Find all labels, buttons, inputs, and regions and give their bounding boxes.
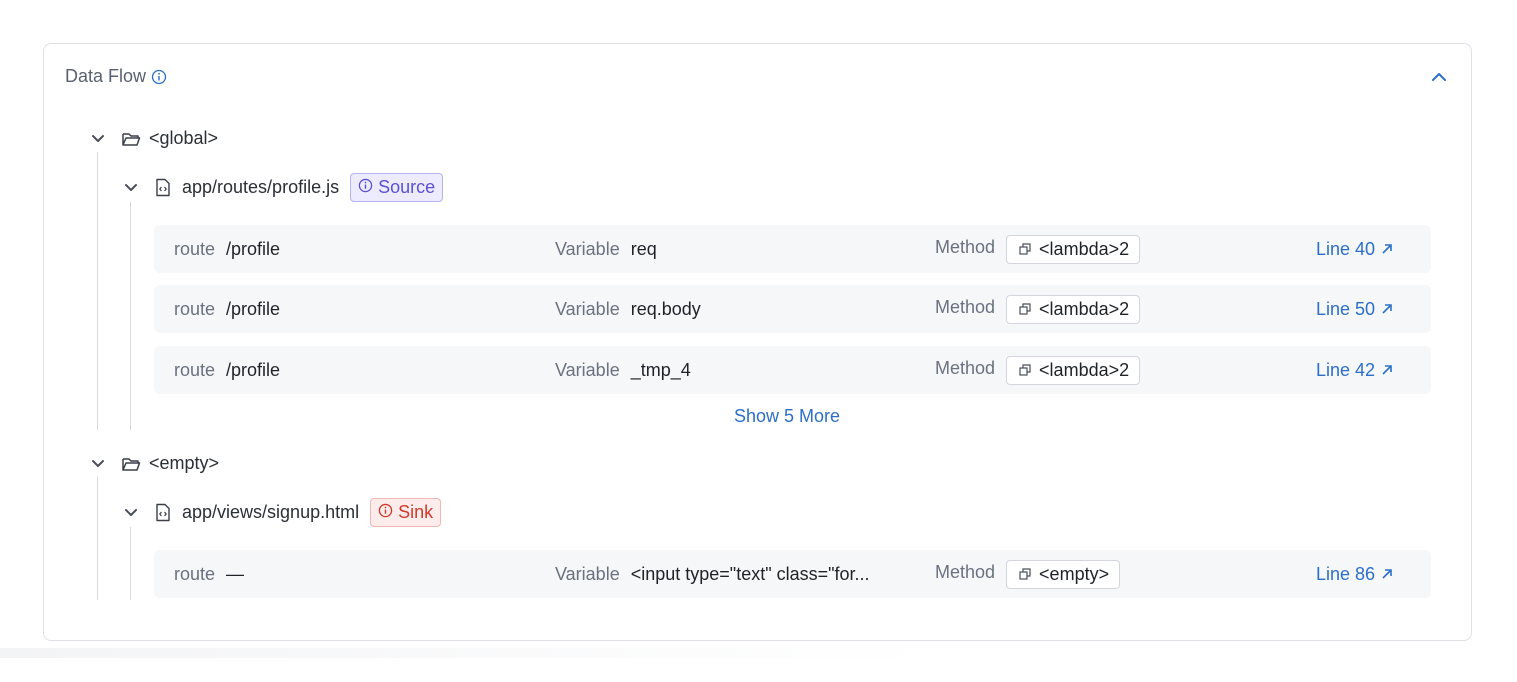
group-name: <empty> [149, 453, 220, 473]
copy-icon [1019, 564, 1031, 585]
variable-value: _tmp_4 [630, 359, 691, 380]
method-value: <lambda>2 [1039, 298, 1130, 319]
collapse-panel-button[interactable] [1429, 68, 1449, 88]
tree-group-global[interactable]: <global> [89, 128, 218, 149]
route-key: route [174, 238, 216, 259]
method-chip[interactable]: <empty> [1006, 559, 1121, 589]
tree-guide-line [130, 527, 131, 600]
folder-open-icon [121, 129, 141, 149]
route-cell: route — [174, 550, 244, 598]
flow-row[interactable]: route /profile Variable _tmp_4 Method <l… [154, 346, 1431, 394]
tree-guide-line [97, 477, 98, 600]
line-link[interactable]: Line 86 [1316, 564, 1393, 585]
variable-key: Variable [555, 563, 620, 584]
flow-row[interactable]: route /profile Variable req.body Method … [154, 285, 1431, 333]
variable-cell: Variable <input type="text" class="for..… [555, 550, 870, 598]
route-value: /profile [226, 238, 281, 259]
route-value: /profile [226, 359, 281, 380]
route-value: — [226, 563, 245, 584]
file-code-icon [153, 178, 173, 198]
method-value: <lambda>2 [1039, 238, 1130, 259]
folder-open-icon [121, 454, 141, 474]
method-chip[interactable]: <lambda>2 [1006, 294, 1141, 324]
variable-value: <input type="text" class="for... [630, 563, 870, 584]
badge-label: Sink [398, 502, 434, 522]
route-cell: route /profile [174, 225, 280, 273]
method-chip[interactable]: <lambda>2 [1006, 234, 1141, 264]
method-value: <empty> [1039, 563, 1110, 584]
line-label: Line 40 [1316, 238, 1376, 259]
route-cell: route /profile [174, 346, 280, 394]
show-more-button[interactable]: Show 5 More [734, 406, 840, 427]
method-key: Method [935, 236, 996, 257]
chevron-down-icon[interactable] [89, 455, 107, 473]
method-key: Method [935, 296, 996, 317]
line-cell: Line 86 [1316, 550, 1393, 598]
line-cell: Line 42 [1316, 346, 1393, 394]
file-path: app/views/signup.html [182, 502, 360, 522]
panel-header: Data Flow [65, 66, 167, 87]
line-label: Line 86 [1316, 563, 1376, 584]
line-label: Line 50 [1316, 298, 1376, 319]
file-path: app/routes/profile.js [182, 177, 340, 197]
method-cell: Method <empty> [935, 550, 1121, 598]
line-link[interactable]: Line 50 [1316, 299, 1393, 320]
tree-guide-line [97, 152, 98, 430]
method-key: Method [935, 357, 996, 378]
route-key: route [174, 359, 216, 380]
variable-cell: Variable _tmp_4 [555, 346, 691, 394]
method-cell: Method <lambda>2 [935, 285, 1141, 333]
tree-file-signup[interactable]: app/views/signup.html Sink [122, 498, 442, 527]
method-cell: Method <lambda>2 [935, 346, 1141, 394]
info-icon[interactable] [151, 69, 167, 85]
line-link[interactable]: Line 42 [1316, 360, 1393, 381]
variable-cell: Variable req.body [555, 285, 701, 333]
external-link-icon [1381, 299, 1393, 320]
file-code-icon [153, 503, 173, 523]
variable-key: Variable [555, 238, 620, 259]
copy-icon [1019, 299, 1031, 320]
source-badge: Source [350, 173, 444, 202]
route-value: /profile [226, 298, 281, 319]
method-key: Method [935, 561, 996, 582]
chevron-down-icon[interactable] [122, 504, 140, 522]
info-icon [378, 502, 393, 523]
variable-value: req [630, 238, 657, 259]
flow-row[interactable]: route /profile Variable req Method <lamb… [154, 225, 1431, 273]
variable-cell: Variable req [555, 225, 657, 273]
copy-icon [1019, 360, 1031, 381]
method-value: <lambda>2 [1039, 359, 1130, 380]
copy-icon [1019, 239, 1031, 260]
tree-guide-line [130, 202, 131, 430]
method-chip[interactable]: <lambda>2 [1006, 355, 1141, 385]
chevron-down-icon[interactable] [122, 179, 140, 197]
route-cell: route /profile [174, 285, 280, 333]
sink-badge: Sink [370, 498, 442, 527]
chevron-down-icon[interactable] [89, 130, 107, 148]
tree-group-empty[interactable]: <empty> [89, 453, 219, 474]
external-link-icon [1381, 360, 1393, 381]
chevron-up-icon [1431, 69, 1447, 87]
badge-label: Source [378, 177, 436, 197]
line-cell: Line 50 [1316, 285, 1393, 333]
variable-key: Variable [555, 298, 620, 319]
flow-row[interactable]: route — Variable <input type="text" clas… [154, 550, 1431, 598]
line-label: Line 42 [1316, 359, 1376, 380]
route-key: route [174, 563, 216, 584]
variable-key: Variable [555, 359, 620, 380]
line-cell: Line 40 [1316, 225, 1393, 273]
group-name: <global> [149, 128, 219, 148]
scroll-shadow [0, 648, 930, 658]
external-link-icon [1381, 239, 1393, 260]
method-cell: Method <lambda>2 [935, 225, 1141, 273]
route-key: route [174, 298, 216, 319]
info-icon [358, 177, 373, 198]
external-link-icon [1381, 564, 1393, 585]
panel-title: Data Flow [65, 66, 147, 86]
tree-file-profile[interactable]: app/routes/profile.js Source [122, 173, 444, 202]
data-flow-panel: Data Flow <global> app/routes/profile.js [43, 43, 1472, 641]
variable-value: req.body [630, 298, 701, 319]
line-link[interactable]: Line 40 [1316, 239, 1393, 260]
